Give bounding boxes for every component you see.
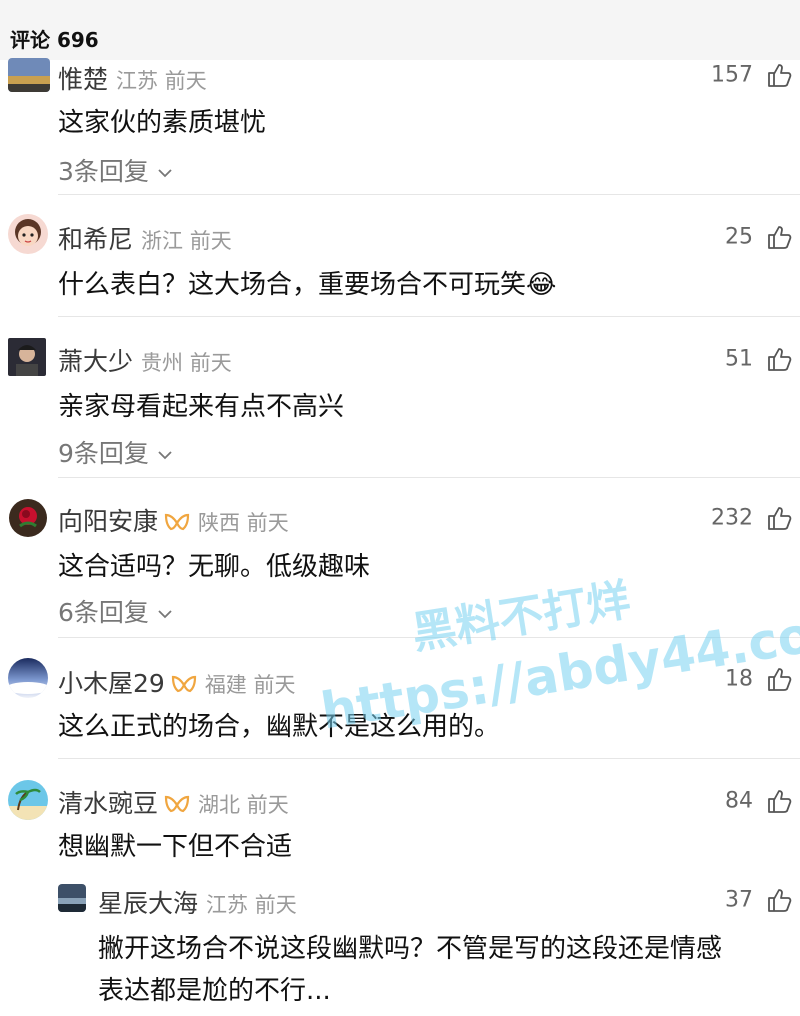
vip-badge-icon: [164, 513, 190, 531]
comment-count-title: 评论 696: [10, 28, 99, 52]
comment-meta: 陕西 前天: [198, 511, 289, 535]
avatar[interactable]: [8, 658, 48, 698]
divider: [58, 637, 800, 638]
like-button[interactable]: 37: [725, 887, 792, 913]
thumbs-up-icon: [768, 889, 792, 912]
like-count: 37: [725, 887, 753, 913]
comment-meta: 福建 前天: [205, 673, 296, 697]
comment-text: 这么正式的场合，幽默不是这么用的。: [58, 712, 501, 742]
time-text: 前天: [164, 69, 207, 93]
location-text: 江苏: [206, 893, 249, 917]
comment-text: 这家伙的素质堪忧: [58, 108, 267, 138]
replies-label: 3条回复: [58, 157, 149, 186]
divider: [58, 316, 800, 317]
time-text: 前天: [253, 673, 296, 697]
username-text[interactable]: 星辰大海: [98, 889, 198, 918]
replies-label: 6条回复: [58, 598, 149, 627]
comment-meta: 湖北 前天: [198, 793, 289, 817]
comment-meta: 江苏 前天: [116, 69, 207, 93]
thumbs-up-icon: [768, 668, 792, 691]
like-count: 232: [711, 505, 753, 531]
thumbs-up-icon: [768, 64, 792, 87]
view-replies-button[interactable]: 3条回复: [58, 152, 173, 188]
thumbs-up-icon: [768, 507, 792, 530]
location-text: 浙江: [141, 229, 184, 253]
avatar[interactable]: [8, 338, 46, 376]
comment-meta: 江苏 前天: [206, 893, 297, 917]
chevron-down-icon: [157, 596, 173, 625]
username-text[interactable]: 清水豌豆: [58, 789, 158, 818]
comment-meta: 贵州 前天: [141, 351, 232, 375]
username[interactable]: 和希尼 浙江 前天: [58, 220, 232, 256]
thumbs-up-icon: [768, 790, 792, 813]
username-text[interactable]: 小木屋29: [58, 669, 165, 698]
reply-text-line-1: 撇开这场合不说这段幽默吗？不管是写的这段还是情感: [98, 934, 723, 964]
like-count: 18: [725, 666, 753, 692]
location-text: 福建: [204, 673, 247, 697]
like-count: 51: [725, 346, 753, 372]
avatar[interactable]: [58, 884, 86, 912]
watermark: 黑料不打烊 https://abdy44.com: [317, 528, 800, 741]
comment-text: 这合适吗？无聊。低级趣味: [58, 552, 371, 582]
avatar[interactable]: [8, 214, 48, 254]
divider: [58, 758, 800, 759]
time-text: 前天: [246, 511, 289, 535]
time-text: 前天: [254, 893, 297, 917]
avatar[interactable]: [8, 58, 50, 92]
like-button[interactable]: 51: [725, 346, 792, 372]
username[interactable]: 清水豌豆 湖北 前天: [58, 784, 289, 820]
like-button[interactable]: 25: [725, 224, 792, 250]
view-replies-button[interactable]: 9条回复: [58, 434, 173, 470]
avatar[interactable]: [8, 780, 48, 820]
username-text[interactable]: 和希尼: [58, 225, 133, 254]
divider: [58, 477, 800, 478]
comments-header: 评论 696: [0, 0, 800, 60]
like-count: 25: [725, 224, 753, 250]
comment-meta: 浙江 前天: [141, 229, 232, 253]
like-count: 84: [725, 788, 753, 814]
username[interactable]: 小木屋29 福建 前天: [58, 664, 296, 700]
time-text: 前天: [246, 793, 289, 817]
reply-text-line-2: 表达都是尬的不行...: [98, 976, 331, 1006]
username[interactable]: 星辰大海 江苏 前天: [98, 884, 297, 920]
thumbs-up-icon: [768, 226, 792, 249]
username[interactable]: 惟楚 江苏 前天: [58, 60, 207, 96]
chevron-down-icon: [157, 155, 173, 184]
comment-text: 亲家母看起来有点不高兴: [58, 392, 345, 422]
username[interactable]: 向阳安康 陕西 前天: [58, 502, 289, 538]
location-text: 贵州: [141, 351, 184, 375]
chevron-down-icon: [157, 437, 173, 466]
username-text[interactable]: 惟楚: [58, 65, 108, 94]
username-text[interactable]: 萧大少: [58, 347, 133, 376]
comment-text: 什么表白？这大场合，重要场合不可玩笑😂: [58, 270, 557, 300]
divider: [58, 194, 800, 195]
vip-badge-icon: [171, 675, 196, 693]
vip-badge-icon: [164, 795, 190, 813]
like-button[interactable]: 157: [711, 62, 792, 88]
view-replies-button[interactable]: 6条回复: [58, 593, 173, 629]
location-text: 湖北: [198, 793, 241, 817]
time-text: 前天: [189, 229, 232, 253]
location-text: 陕西: [198, 511, 241, 535]
username-text[interactable]: 向阳安康: [58, 507, 158, 536]
thumbs-up-icon: [768, 348, 792, 371]
location-text: 江苏: [116, 69, 159, 93]
comment-text: 想幽默一下但不合适: [58, 832, 293, 862]
like-button[interactable]: 232: [711, 505, 792, 531]
avatar[interactable]: [8, 498, 48, 538]
like-button[interactable]: 84: [725, 788, 792, 814]
like-button[interactable]: 18: [725, 666, 792, 692]
watermark-line-1: 黑料不打烊: [408, 574, 634, 660]
username[interactable]: 萧大少 贵州 前天: [58, 342, 232, 378]
like-count: 157: [711, 62, 753, 88]
replies-label: 9条回复: [58, 439, 149, 468]
time-text: 前天: [189, 351, 232, 375]
